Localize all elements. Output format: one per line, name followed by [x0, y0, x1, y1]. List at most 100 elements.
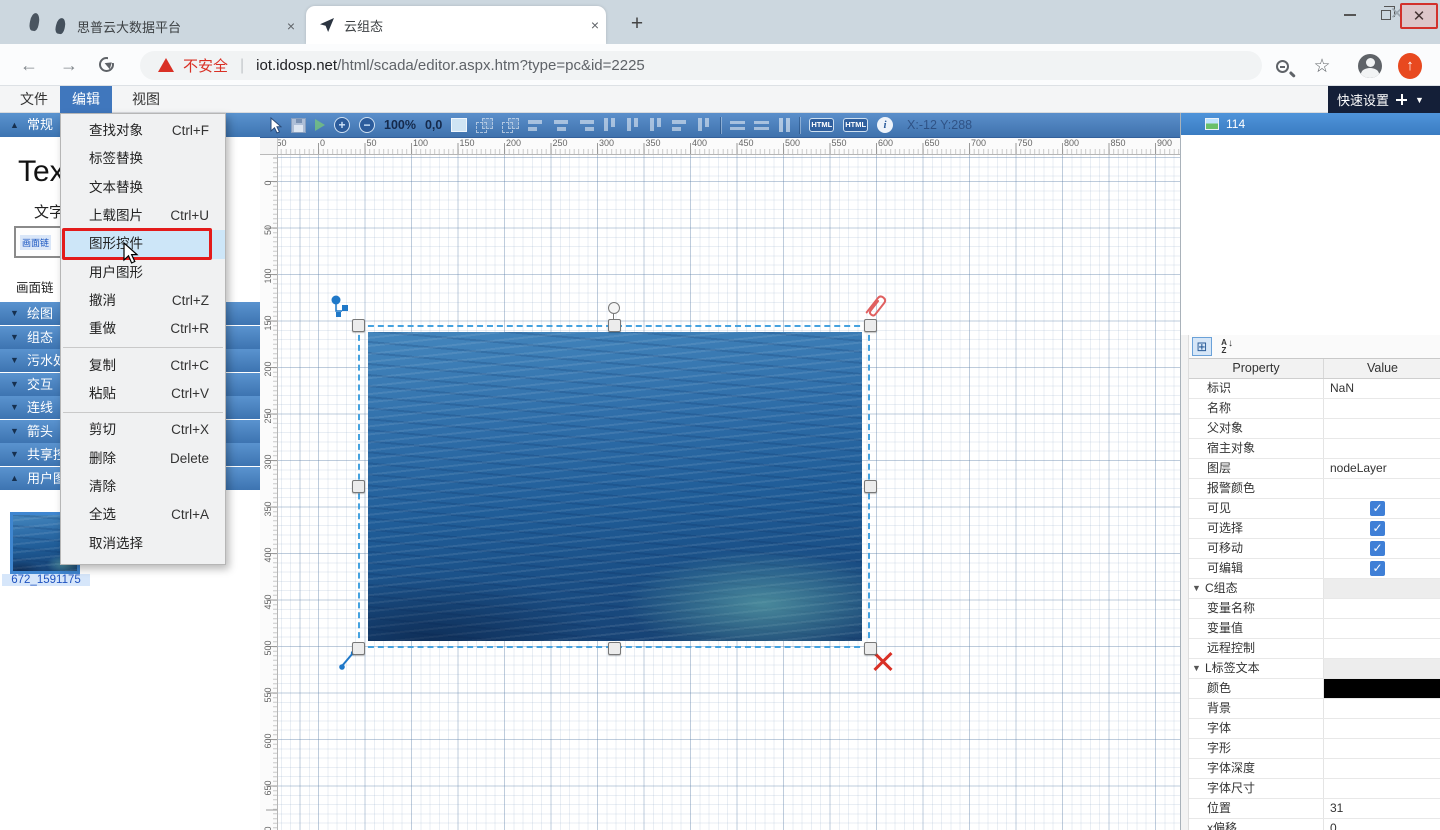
- tab1-close-icon[interactable]: ×: [280, 18, 302, 34]
- property-value-cell[interactable]: [1323, 779, 1440, 798]
- back-icon[interactable]: ←: [16, 53, 42, 79]
- selection-handle[interactable]: [864, 319, 877, 332]
- minimize-button[interactable]: [1332, 0, 1368, 30]
- bookmark-star-icon[interactable]: ☆: [1310, 54, 1334, 78]
- align-left-icon[interactable]: [528, 119, 544, 132]
- close-annotation-box[interactable]: ✕: [1400, 3, 1438, 29]
- property-value-cell[interactable]: [1323, 439, 1440, 458]
- tab-cloud-scada-active[interactable]: 云组态 ×: [306, 6, 606, 44]
- selection-handle[interactable]: [352, 319, 365, 332]
- menu-item-15[interactable]: 取消选择: [61, 530, 225, 558]
- menu-item-7[interactable]: 撤消Ctrl+Z: [61, 287, 225, 315]
- property-value-cell[interactable]: ✓: [1323, 559, 1440, 578]
- reload-icon[interactable]: [99, 57, 114, 72]
- menu-item-4[interactable]: 上载图片Ctrl+U: [61, 202, 225, 230]
- categorized-view-button[interactable]: ⊞: [1192, 337, 1212, 356]
- tab-sipu-cloud[interactable]: 思普云大数据平台 ×: [46, 8, 302, 44]
- address-input[interactable]: 不安全 | iot.idosp.net/html/scada/editor.as…: [140, 51, 1262, 80]
- menu-file[interactable]: 文件: [8, 86, 60, 113]
- menu-item-12[interactable]: 删除Delete: [61, 445, 225, 473]
- selection-handle[interactable]: [352, 642, 365, 655]
- triangle-down-icon[interactable]: ▼: [1192, 659, 1201, 678]
- align-bottom-icon[interactable]: [649, 118, 663, 133]
- property-value-cell[interactable]: NaN: [1323, 379, 1440, 398]
- tab2-close-icon[interactable]: ×: [584, 17, 606, 33]
- selection-handle[interactable]: [608, 642, 621, 655]
- align-center-icon[interactable]: [553, 119, 569, 132]
- property-value-cell[interactable]: [1323, 599, 1440, 618]
- same-height-icon[interactable]: [697, 118, 711, 133]
- triangle-down-icon[interactable]: ▼: [1192, 579, 1201, 598]
- menu-item-6[interactable]: 用户图形: [61, 259, 225, 287]
- browser-logo-icon[interactable]: [29, 12, 41, 31]
- save-icon[interactable]: [291, 118, 306, 133]
- checkbox-checked-icon[interactable]: ✓: [1370, 561, 1385, 576]
- menu-item-11[interactable]: 剪切Ctrl+X: [61, 416, 225, 444]
- forward-icon[interactable]: →: [56, 53, 82, 79]
- design-canvas[interactable]: [278, 155, 1180, 830]
- checkbox-checked-icon[interactable]: ✓: [1370, 501, 1385, 516]
- menu-item-3[interactable]: 文本替换: [61, 174, 225, 202]
- menu-view[interactable]: 视图: [120, 86, 172, 113]
- menu-item-1[interactable]: 查找对象Ctrl+F: [61, 117, 225, 145]
- property-value-cell[interactable]: 0: [1323, 819, 1440, 830]
- zoom-out-icon[interactable]: −: [359, 117, 375, 133]
- menu-item-2[interactable]: 标签替换: [61, 145, 225, 173]
- panel-scrollbar[interactable]: [1181, 335, 1189, 830]
- menu-item-9[interactable]: 复制Ctrl+C: [61, 352, 225, 380]
- align-right-icon[interactable]: [578, 119, 594, 132]
- property-value-cell[interactable]: [1323, 699, 1440, 718]
- selection-handle[interactable]: [608, 319, 621, 332]
- space-evenly-icon[interactable]: [778, 118, 790, 132]
- checkbox-checked-icon[interactable]: ✓: [1370, 541, 1385, 556]
- property-value-cell[interactable]: 31: [1323, 799, 1440, 818]
- property-value-cell[interactable]: [1323, 619, 1440, 638]
- palette-text-preview[interactable]: Tex: [18, 155, 65, 189]
- distribute-v-icon[interactable]: [754, 119, 769, 132]
- distribute-h-icon[interactable]: [730, 119, 745, 132]
- new-tab-button[interactable]: +: [622, 10, 652, 40]
- menu-item-8[interactable]: 重做Ctrl+R: [61, 315, 225, 343]
- quick-settings-button[interactable]: 快速设置 ▼: [1328, 86, 1440, 113]
- zoom-search-icon[interactable]: [1270, 54, 1294, 78]
- property-value-cell[interactable]: nodeLayer: [1323, 459, 1440, 478]
- menu-item-14[interactable]: 全选Ctrl+A: [61, 501, 225, 529]
- object-tree-item[interactable]: 114: [1181, 113, 1440, 135]
- html-preview-icon[interactable]: HTML: [843, 118, 868, 132]
- property-value-cell[interactable]: [1323, 479, 1440, 498]
- property-value-cell[interactable]: [1323, 679, 1440, 698]
- color-swatch[interactable]: [1324, 679, 1440, 698]
- property-value-cell[interactable]: ✓: [1323, 519, 1440, 538]
- selection-handle[interactable]: [864, 480, 877, 493]
- html-export-icon[interactable]: HTML: [809, 118, 834, 132]
- property-value-cell[interactable]: [1323, 639, 1440, 658]
- same-width-icon[interactable]: [672, 119, 688, 132]
- run-icon[interactable]: [315, 119, 325, 131]
- property-value-cell[interactable]: ✓: [1323, 499, 1440, 518]
- selection-handle[interactable]: [352, 480, 365, 493]
- menu-item-10[interactable]: 粘贴Ctrl+V: [61, 380, 225, 408]
- property-value-cell[interactable]: [1323, 399, 1440, 418]
- align-middle-icon[interactable]: [626, 118, 640, 133]
- pointer-tool-icon[interactable]: [269, 117, 282, 134]
- sort-az-button[interactable]: AZ↓: [1214, 337, 1234, 356]
- info-icon[interactable]: i: [877, 117, 893, 133]
- menu-edit-active[interactable]: 编辑: [60, 86, 112, 113]
- property-value-cell[interactable]: ✓: [1323, 539, 1440, 558]
- property-value-cell[interactable]: [1323, 739, 1440, 758]
- profile-avatar[interactable]: [1358, 54, 1382, 78]
- menu-item-13[interactable]: 清除: [61, 473, 225, 501]
- connect-anchor-icon[interactable]: [328, 293, 356, 321]
- property-value-cell[interactable]: [1323, 419, 1440, 438]
- ungroup-icon[interactable]: [502, 118, 519, 133]
- security-warning-label[interactable]: 不安全: [183, 55, 228, 76]
- rotation-handle[interactable]: [608, 302, 620, 314]
- browser-update-icon[interactable]: ↑: [1398, 54, 1422, 78]
- property-value-cell[interactable]: [1323, 719, 1440, 738]
- zoom-in-icon[interactable]: +: [334, 117, 350, 133]
- property-value-cell[interactable]: [1323, 759, 1440, 778]
- group-icon[interactable]: [476, 118, 493, 133]
- checkbox-checked-icon[interactable]: ✓: [1370, 521, 1385, 536]
- canvas-settings-icon[interactable]: [451, 118, 467, 132]
- align-top-icon[interactable]: [603, 118, 617, 133]
